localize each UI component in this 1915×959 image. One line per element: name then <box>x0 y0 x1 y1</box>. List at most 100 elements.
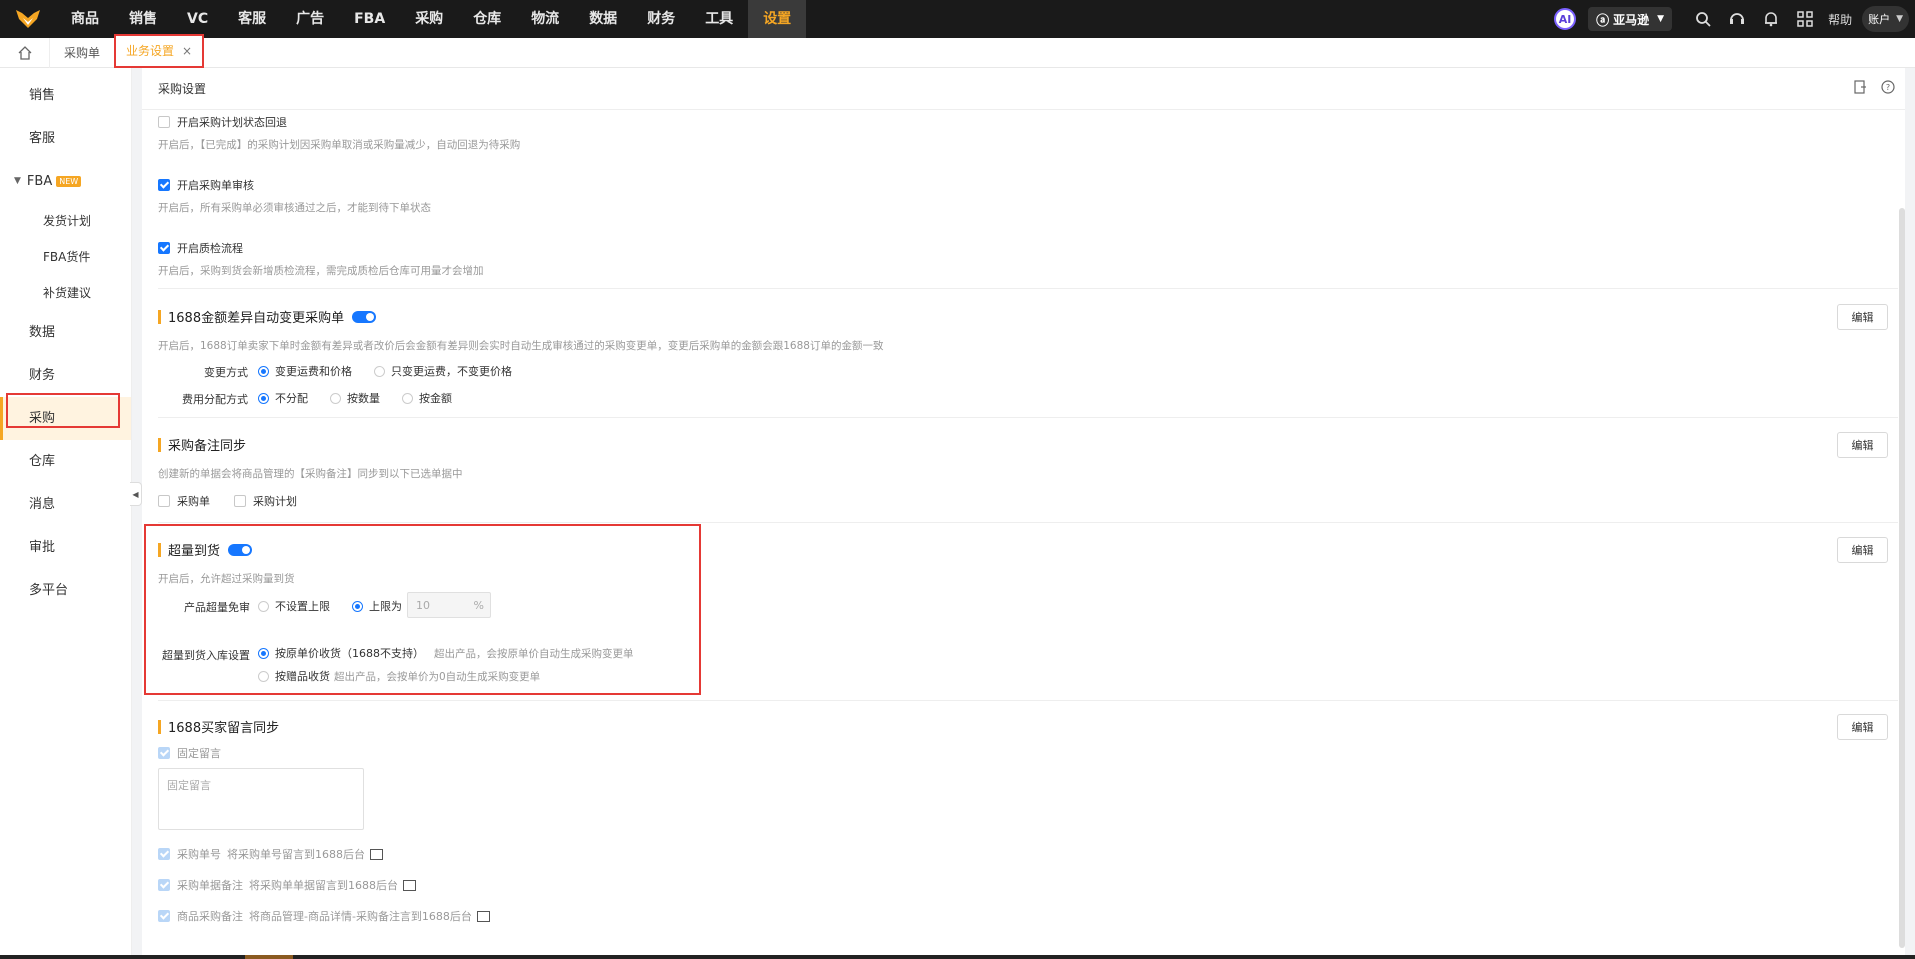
home-tab[interactable] <box>0 37 50 68</box>
po-no-row[interactable]: 采购单号 将采购单号留言到1688后台 <box>158 846 383 862</box>
close-icon[interactable]: × <box>182 44 192 58</box>
scrollbar[interactable] <box>1899 208 1905 948</box>
sidebar-item-approval[interactable]: 审批 <box>0 526 131 569</box>
radio-off[interactable] <box>258 670 269 682</box>
nav-item-warehouse[interactable]: 仓库 <box>458 0 516 38</box>
plan-rollback-row[interactable]: 开启采购计划状态回退 <box>158 114 287 130</box>
po-remark-row[interactable]: 采购单据备注 将采购单单据留言到1688后台 <box>158 877 416 893</box>
radio-off[interactable] <box>258 600 269 612</box>
account-menu[interactable]: 账户 ▼ <box>1862 6 1909 32</box>
headset-icon[interactable] <box>1728 10 1746 28</box>
tab-business-settings[interactable]: 业务设置 × <box>114 33 205 68</box>
radio-off[interactable] <box>374 365 385 377</box>
sidebar-item-multiplatform[interactable]: 多平台 <box>0 569 131 612</box>
limit-value: 10 <box>416 598 430 612</box>
tab-purchase-order[interactable]: 采购单 <box>50 38 114 68</box>
over-arrival-edit-button[interactable]: 编辑 <box>1837 537 1888 563</box>
nav-item-tools[interactable]: 工具 <box>690 0 748 38</box>
remark-sync-po-checkbox[interactable] <box>158 495 170 507</box>
nav-item-data[interactable]: 数据 <box>574 0 632 38</box>
sidebar-item-fba-shipment[interactable]: FBA货件 <box>0 239 131 275</box>
nav-item-sales[interactable]: 销售 <box>114 0 172 38</box>
image-preview-icon[interactable] <box>403 879 416 891</box>
alloc-opt3[interactable]: 按金额 <box>402 390 452 406</box>
qc-flow-row[interactable]: 开启质检流程 <box>158 240 243 256</box>
radio-label: 按数量 <box>347 392 380 405</box>
section-bar <box>158 309 161 324</box>
ai-assistant-icon[interactable]: AI <box>1554 8 1577 30</box>
nav-item-service[interactable]: 客服 <box>223 0 281 38</box>
alloc-opt2[interactable]: 按数量 <box>330 390 380 406</box>
remark-sync-edit-button[interactable]: 编辑 <box>1837 432 1888 458</box>
alloc-opt1[interactable]: 不分配 <box>258 390 308 406</box>
limit-unit: % <box>473 598 484 612</box>
store-select[interactable]: ⓐ 亚马逊 ▼ <box>1588 7 1673 31</box>
po-remark-checkbox[interactable] <box>158 879 170 891</box>
sidebar-item-service[interactable]: 客服 <box>0 117 131 160</box>
qc-flow-checkbox[interactable] <box>158 242 170 254</box>
exempt-opt1[interactable]: 不设置上限 <box>258 598 330 614</box>
collapse-sidebar-icon[interactable]: ◀ <box>130 482 142 506</box>
app-logo[interactable] <box>0 0 56 38</box>
order-review-checkbox[interactable] <box>158 179 170 191</box>
radio-on[interactable] <box>258 392 269 404</box>
change-method-opt1[interactable]: 变更运费和价格 <box>258 363 352 379</box>
order-review-row[interactable]: 开启采购单审核 <box>158 177 254 193</box>
help-circle-icon[interactable]: ? <box>1881 80 1895 94</box>
image-preview-icon[interactable] <box>476 910 490 922</box>
change-method-opt2[interactable]: 只变更运费，不变更价格 <box>374 363 512 379</box>
fixed-msg-textarea[interactable]: 固定留言 <box>158 768 364 830</box>
section-bar <box>158 719 161 734</box>
nav-item-vc[interactable]: VC <box>172 0 223 38</box>
inbound-opt1[interactable]: 按原单价收货（1688不支持） 超出产品，会按原单价自动生成采购变更单 <box>258 645 634 661</box>
remark-sync-plan-checkbox[interactable] <box>234 495 246 507</box>
radio-off[interactable] <box>402 392 413 404</box>
image-preview-icon[interactable] <box>370 848 383 860</box>
sidebar-item-warehouse[interactable]: 仓库 <box>0 440 131 483</box>
qc-flow-label: 开启质检流程 <box>177 242 243 255</box>
radio-on[interactable] <box>258 647 269 659</box>
radio-on[interactable] <box>258 365 269 377</box>
nav-item-logistics[interactable]: 物流 <box>516 0 574 38</box>
nav-item-settings[interactable]: 设置 <box>748 0 807 38</box>
nav-item-finance[interactable]: 财务 <box>632 0 690 38</box>
exempt-opt2[interactable]: 上限为 <box>352 598 402 614</box>
buyer-msg-edit-button[interactable]: 编辑 <box>1837 714 1888 740</box>
sidebar-item-sales[interactable]: 销售 <box>0 74 131 117</box>
sidebar-item-data[interactable]: 数据 <box>0 311 131 354</box>
nav-item-fba[interactable]: FBA <box>339 0 400 38</box>
prod-remark-row[interactable]: 商品采购备注 将商品管理-商品详情-采购备注言到1688后台 <box>158 908 490 924</box>
inbound-opt2[interactable]: 按赠品收货 超出产品，会按单价为0自动生成采购变更单 <box>258 668 540 684</box>
remark-sync-po-row[interactable]: 采购单 <box>158 493 210 509</box>
bell-icon[interactable] <box>1762 10 1780 28</box>
remark-sync-plan-row[interactable]: 采购计划 <box>234 493 297 509</box>
fixed-msg-row[interactable]: 固定留言 <box>158 745 221 761</box>
amount-diff-edit-button[interactable]: 编辑 <box>1837 304 1888 330</box>
checkbox-label: 采购计划 <box>253 495 297 508</box>
po-no-checkbox[interactable] <box>158 848 170 860</box>
radio-on[interactable] <box>352 600 363 612</box>
help-link[interactable]: 帮助 <box>1828 11 1852 28</box>
fixed-msg-checkbox[interactable] <box>158 747 170 759</box>
nav-item-purchase[interactable]: 采购 <box>400 0 458 38</box>
over-arrival-switch[interactable] <box>228 543 253 556</box>
amount-diff-switch[interactable] <box>352 310 377 323</box>
nav-item-products[interactable]: 商品 <box>56 0 114 38</box>
sidebar-item-fba[interactable]: ▼ FBA NEW <box>0 160 131 203</box>
apps-grid-icon[interactable] <box>1796 10 1814 28</box>
prod-remark-checkbox[interactable] <box>158 910 170 922</box>
radio-off[interactable] <box>330 392 341 404</box>
sidebar-item-finance[interactable]: 财务 <box>0 354 131 397</box>
checkbox-label: 采购单据备注 <box>177 879 243 892</box>
checkbox-label: 采购单号 <box>177 848 221 861</box>
checkbox-desc: 将采购单单据留言到1688后台 <box>249 879 398 892</box>
search-icon[interactable] <box>1694 10 1712 28</box>
export-icon[interactable] <box>1853 80 1867 94</box>
nav-item-ads[interactable]: 广告 <box>281 0 339 38</box>
radio-label: 不分配 <box>275 392 308 405</box>
sidebar-item-shipping-plan[interactable]: 发货计划 <box>0 203 131 239</box>
plan-rollback-checkbox[interactable] <box>158 116 170 128</box>
sidebar-item-restock[interactable]: 补货建议 <box>0 275 131 311</box>
sidebar-item-messages[interactable]: 消息 <box>0 483 131 526</box>
limit-input[interactable]: 10 % <box>407 592 491 618</box>
